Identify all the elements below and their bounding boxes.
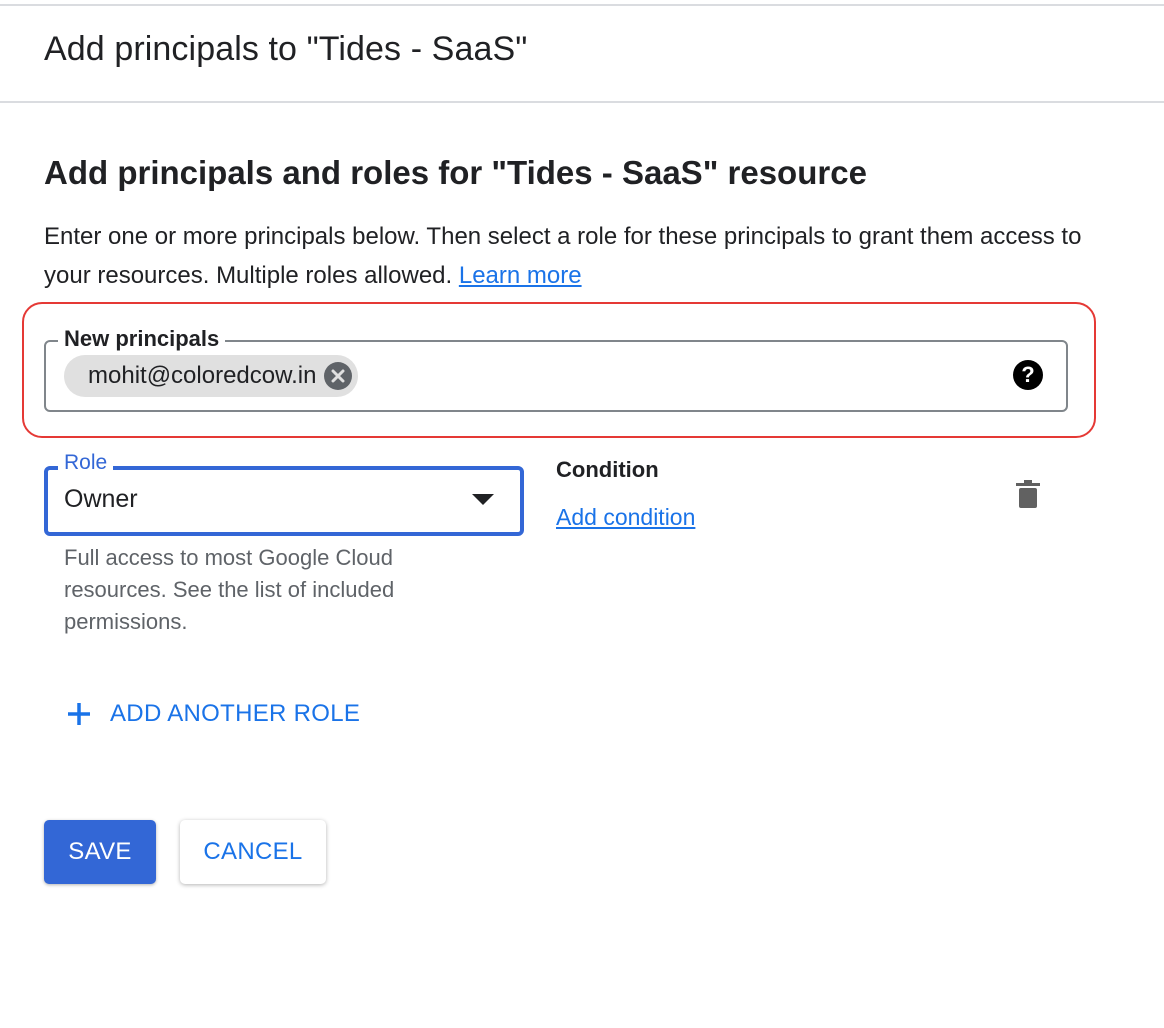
header-divider	[0, 101, 1164, 103]
save-button[interactable]: SAVE	[44, 820, 156, 884]
add-condition-link[interactable]: Add condition	[556, 504, 695, 531]
section-title: Add principals and roles for "Tides - Sa…	[44, 154, 867, 191]
condition-label: Condition	[556, 457, 659, 482]
principal-chip-label: mohit@coloredcow.in	[88, 362, 317, 389]
add-another-role-label: ADD ANOTHER ROLE	[110, 700, 361, 727]
new-principals-label: New principals	[58, 326, 226, 352]
page-title: Add principals to "Tides - SaaS"	[44, 30, 528, 68]
learn-more-link[interactable]: Learn more	[459, 262, 582, 289]
top-divider	[0, 4, 1164, 6]
dropdown-arrow-icon[interactable]	[472, 494, 494, 505]
add-principals-dialog: Add principals to "Tides - SaaS" Add pri…	[0, 0, 1164, 1028]
section-description: Enter one or more principals below. Then…	[44, 217, 1084, 295]
trash-icon[interactable]	[1016, 480, 1040, 508]
role-description: Full access to most Google Cloud resourc…	[64, 545, 395, 634]
plus-icon	[68, 703, 90, 725]
principal-chip: mohit@coloredcow.in	[64, 355, 359, 397]
add-another-role-button[interactable]: ADD ANOTHER ROLE	[66, 690, 360, 738]
remove-chip-icon[interactable]	[324, 362, 353, 390]
role-selected-value: Owner	[64, 485, 138, 513]
cancel-button[interactable]: CANCEL	[180, 820, 326, 884]
role-label: Role	[58, 451, 114, 475]
help-icon[interactable]: ?	[1013, 360, 1043, 390]
